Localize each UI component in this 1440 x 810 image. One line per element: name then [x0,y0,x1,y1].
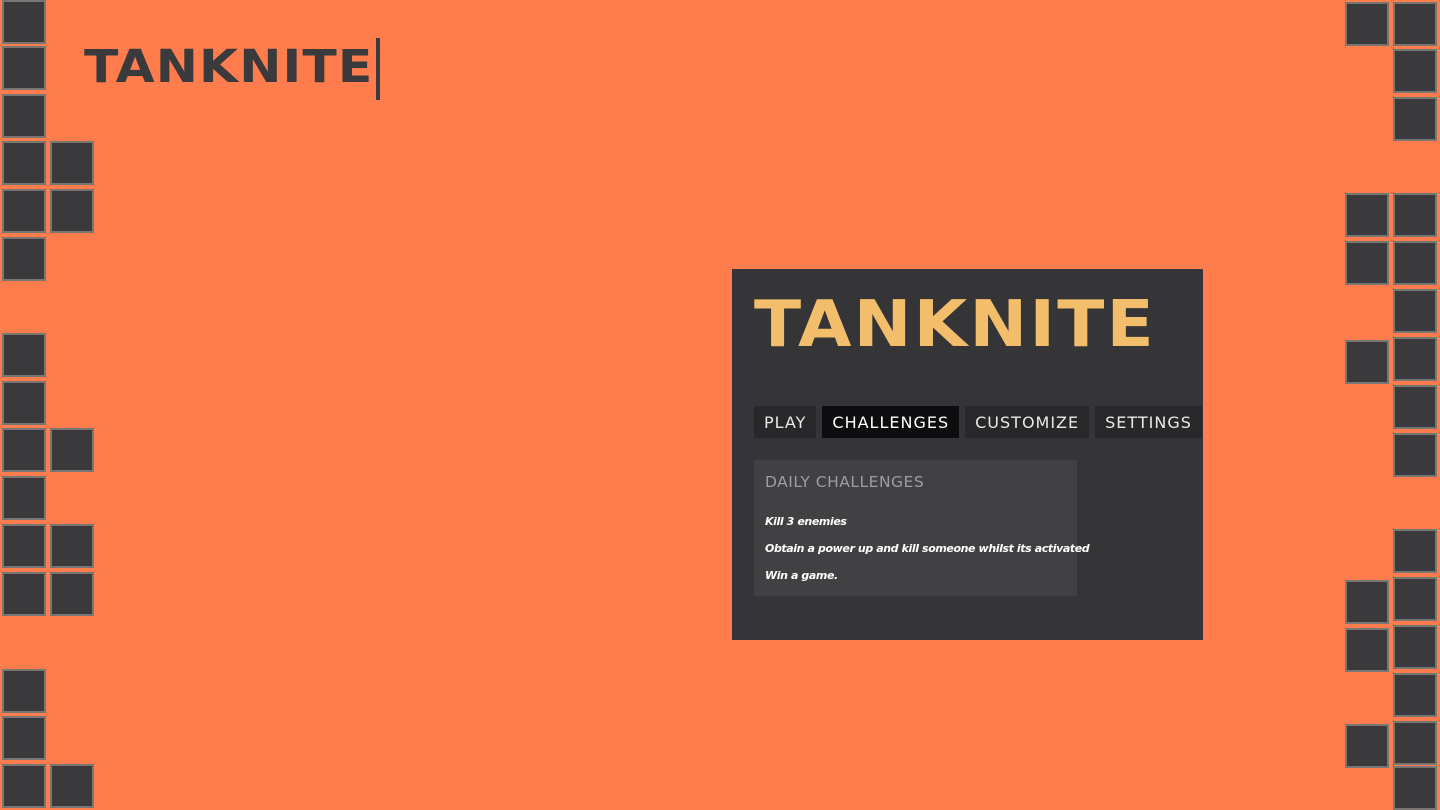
tetromino-block [50,524,94,568]
daily-challenges-panel: DAILY CHALLENGES Kill 3 enemies Obtain a… [754,460,1090,596]
tetromino-block [2,716,46,760]
tetromino-block [2,524,46,568]
challenge-item: Obtain a power up and kill someone whils… [765,542,1090,555]
tetromino-block [1393,766,1437,810]
main-menu: PLAY CHALLENGES CUSTOMIZE SETTINGS [754,406,1203,438]
logo-divider [376,38,380,100]
tetromino-block [1393,529,1437,573]
tetromino-block [1393,673,1437,717]
daily-challenges-heading: DAILY CHALLENGES [765,473,925,491]
tetromino-block [1393,385,1437,429]
tetromino-block [2,189,46,233]
tetromino-block [2,237,46,281]
game-screenshot: TANKNITE PLAY CHALLENGES CUSTOMIZE SETTI… [732,269,1203,640]
tetromino-block [1345,2,1389,46]
tetromino-block [1393,625,1437,669]
challenge-item: Kill 3 enemies [765,515,847,528]
tetromino-block [2,764,46,808]
tetromino-block [50,189,94,233]
tetromino-block [1345,628,1389,672]
tetromino-block [2,428,46,472]
tetromino-block [1393,241,1437,285]
tetromino-block [1345,193,1389,237]
tetromino-block [2,669,46,713]
tab-play[interactable]: PLAY [754,406,817,438]
game-title: TANKNITE [754,288,1156,362]
tetromino-block [50,572,94,616]
tetromino-block [2,381,46,425]
tetromino-block [2,94,46,138]
tetromino-block [1393,49,1437,93]
tetromino-block [1345,340,1389,384]
tetromino-block [2,333,46,377]
tetromino-block [50,764,94,808]
tetromino-block [1393,721,1437,765]
slide-logo: TANKNITE [84,40,374,93]
challenge-item: Win a game. [765,569,838,582]
tetromino-block [1393,433,1437,477]
tetromino-block [50,428,94,472]
tetromino-block [2,0,46,44]
tetromino-block [2,572,46,616]
tetromino-block [2,476,46,520]
tab-settings[interactable]: SETTINGS [1095,406,1202,438]
tetromino-block [50,141,94,185]
tetromino-block [1393,337,1437,381]
tab-customize[interactable]: CUSTOMIZE [965,406,1090,438]
tab-challenges[interactable]: CHALLENGES [822,406,960,438]
tetromino-block [1393,2,1437,46]
tetromino-block [1393,289,1437,333]
tetromino-block [1345,724,1389,768]
tetromino-block [2,141,46,185]
tetromino-block [1345,580,1389,624]
tetromino-block [1393,97,1437,141]
tetromino-block [2,46,46,90]
tetromino-block [1393,193,1437,237]
tetromino-block [1393,577,1437,621]
tetromino-block [1345,241,1389,285]
